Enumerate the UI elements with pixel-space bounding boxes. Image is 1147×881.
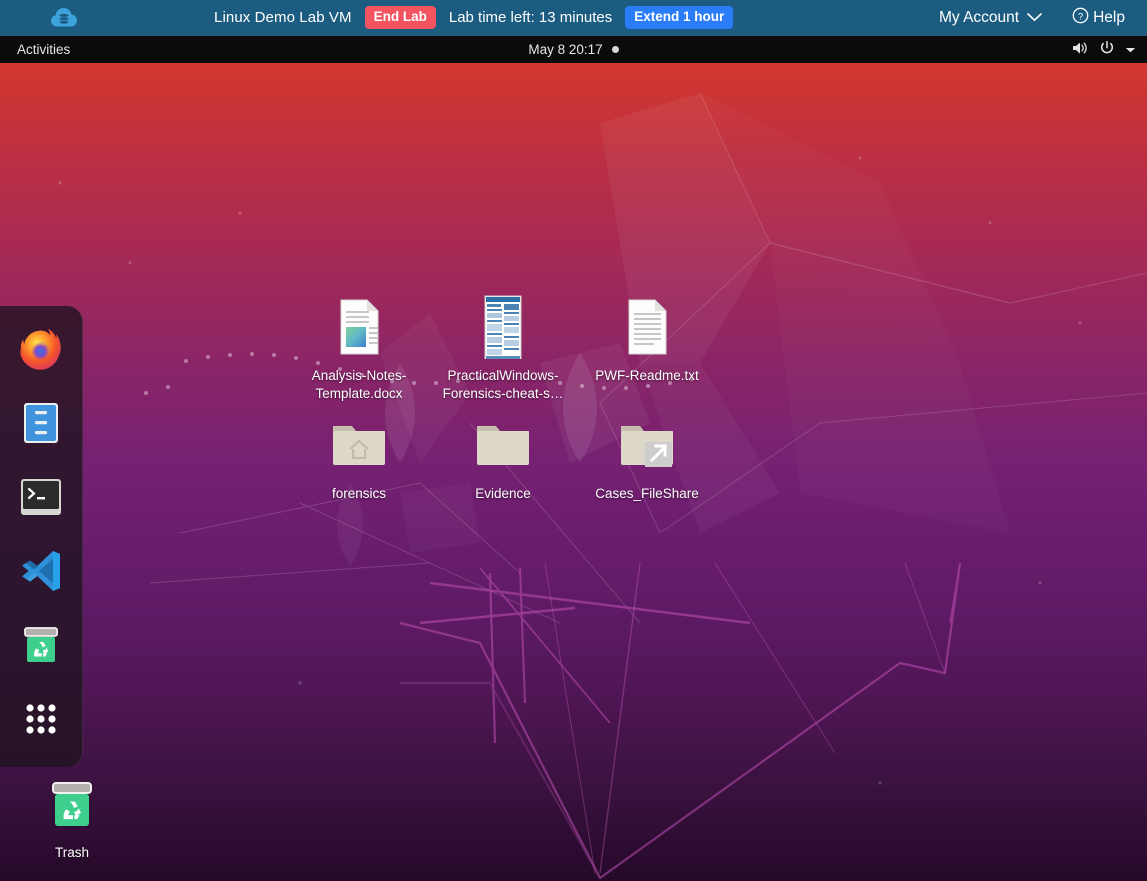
- my-account-label: My Account: [938, 8, 1020, 26]
- dock-item-firefox[interactable]: [17, 325, 65, 373]
- gnome-top-bar: Activities May 8 20:17: [0, 35, 1147, 63]
- lab-time-left: Lab time left: 13 minutes: [448, 9, 613, 26]
- desktop-icon-forensics-folder[interactable]: forensics: [295, 413, 423, 503]
- dock-item-terminal[interactable]: [17, 473, 65, 521]
- my-account-menu[interactable]: My Account: [939, 9, 1042, 27]
- dock-item-vscode[interactable]: [17, 547, 65, 595]
- document-docx-icon: [327, 295, 391, 359]
- desktop-icon-cases-fileshare-folder[interactable]: Cases_FileShare: [583, 413, 711, 503]
- system-status-menu[interactable]: [1071, 36, 1136, 63]
- svg-text:?: ?: [1078, 11, 1083, 22]
- question-circle-icon: ?: [1072, 7, 1089, 29]
- desktop-icon-label: Evidence: [475, 486, 531, 501]
- desktop-icon-label: Trash: [54, 845, 89, 860]
- help-label: Help: [1093, 8, 1125, 26]
- dock-item-trash[interactable]: [17, 621, 65, 669]
- desktop[interactable]: Analysis-Notes- Template.docx PracticalW…: [0, 63, 1147, 881]
- desktop-icon-trash[interactable]: Trash: [8, 772, 136, 862]
- cloud-stack-logo-icon[interactable]: [50, 5, 78, 30]
- help-link[interactable]: ? Help: [1072, 7, 1125, 29]
- dock: [0, 306, 83, 767]
- app-grid-icon: [26, 704, 56, 734]
- lab-bar-right-group: My Account ? Help: [939, 0, 1125, 35]
- folder-icon: [471, 413, 535, 477]
- desktop-icon-label: PracticalWindows- Forensics-cheat-s…: [442, 368, 564, 401]
- desktop-icon-label: Cases_FileShare: [595, 486, 699, 501]
- chevron-down-icon: [1125, 42, 1136, 57]
- trash-icon: [40, 772, 104, 836]
- clock-label: May 8 20:17: [528, 42, 603, 57]
- desktop-icon-analysis-notes-template[interactable]: Analysis-Notes- Template.docx: [295, 295, 423, 403]
- extend-one-hour-button[interactable]: Extend 1 hour: [625, 6, 734, 29]
- folder-shortcut-icon: [615, 413, 679, 477]
- clock-menu[interactable]: May 8 20:17: [0, 36, 1147, 63]
- desktop-icon-pwf-readme[interactable]: PWF-Readme.txt: [583, 295, 711, 385]
- chevron-down-icon: [1027, 9, 1042, 27]
- wallpaper-artwork: [58, 92, 1147, 880]
- desktop-icon-label: forensics: [331, 486, 387, 501]
- lab-bar-center-group: Linux Demo Lab VM End Lab Lab time left:…: [214, 0, 734, 35]
- lab-top-bar: Linux Demo Lab VM End Lab Lab time left:…: [0, 0, 1147, 35]
- end-lab-button[interactable]: End Lab: [364, 6, 436, 29]
- dock-item-files[interactable]: [17, 399, 65, 447]
- lab-vm-title: Linux Demo Lab VM: [214, 9, 352, 26]
- volume-icon: [1071, 40, 1089, 59]
- desktop-icon-label: Analysis-Notes- Template.docx: [311, 368, 407, 401]
- folder-home-icon: [327, 413, 391, 477]
- desktop-icon-practical-windows-forensics-cheat-sheet[interactable]: PracticalWindows- Forensics-cheat-s…: [439, 295, 567, 403]
- document-text-icon: [615, 295, 679, 359]
- power-icon: [1099, 40, 1115, 59]
- desktop-icon-evidence-folder[interactable]: Evidence: [439, 413, 567, 503]
- notification-indicator-icon: [611, 46, 619, 53]
- desktop-icon-label: PWF-Readme.txt: [595, 368, 699, 383]
- dock-item-show-applications[interactable]: [17, 695, 65, 743]
- pdf-thumbnail-icon: [471, 295, 535, 363]
